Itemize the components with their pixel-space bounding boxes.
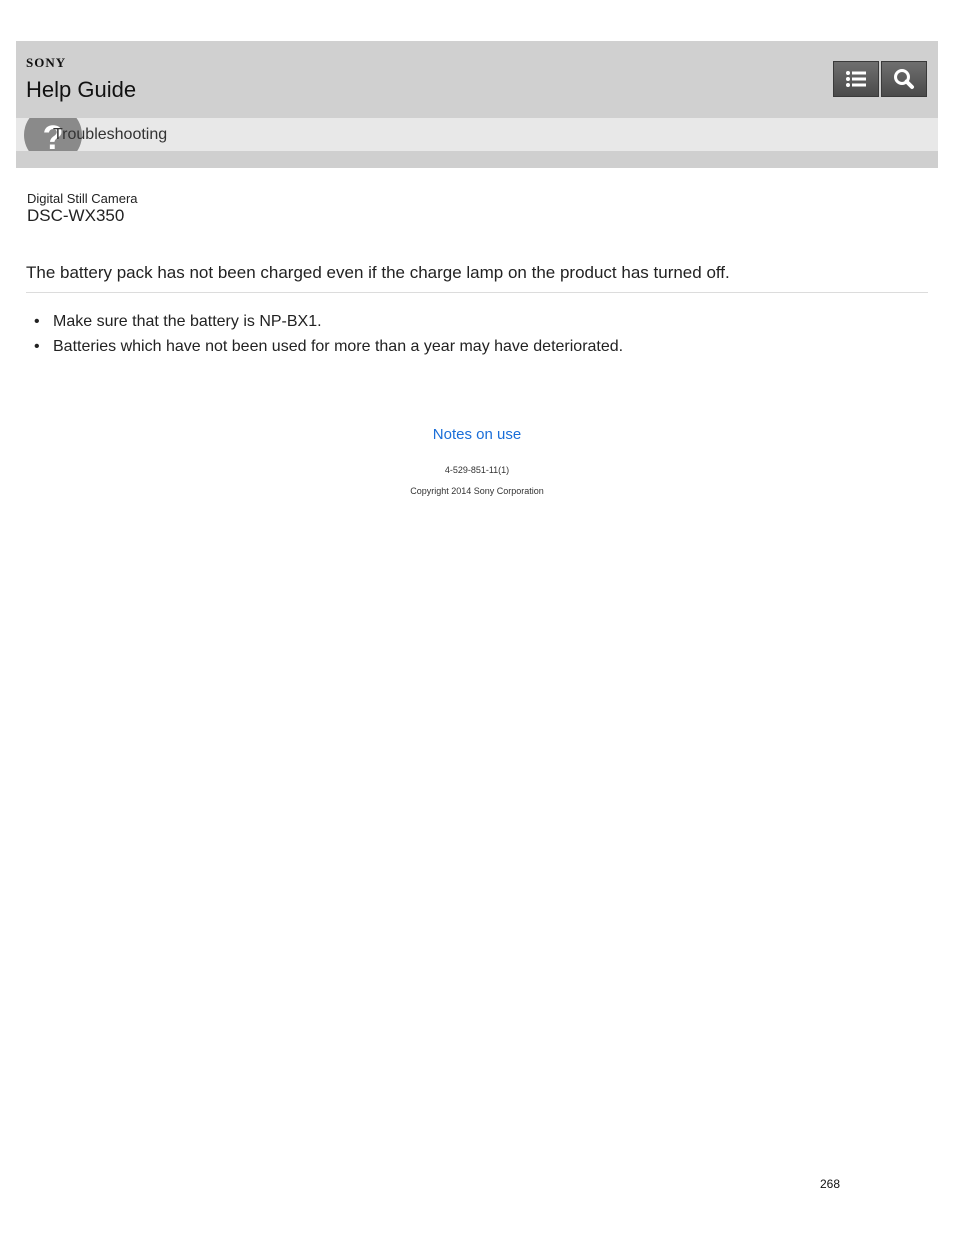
bullet-list: Make sure that the battery is NP-BX1. Ba… [34,312,623,362]
heading-divider [26,292,928,293]
search-icon [894,69,914,89]
header-divider-band [16,151,938,168]
search-button[interactable] [881,61,927,97]
list-item: Batteries which have not been used for m… [34,337,623,362]
sony-logo: SONY [26,55,67,70]
page-number: 268 [820,1177,841,1191]
list-icon [846,71,866,87]
list-item: Make sure that the battery is NP-BX1. [34,312,623,337]
article-heading: The battery pack has not been charged ev… [26,263,730,282]
breadcrumb-bar: ? Troubleshooting [16,118,938,151]
product-model: DSC-WX350 [27,206,125,225]
product-type: Digital Still Camera [27,191,138,206]
toc-button[interactable] [833,61,879,97]
copyright-text: Copyright 2014 Sony Corporation [410,486,544,496]
page-title: Help Guide [26,77,137,102]
document-number: 4-529-851-11(1) [444,465,510,475]
breadcrumb-troubleshooting[interactable]: Troubleshooting [53,126,167,144]
notes-on-use-link[interactable]: Notes on use [0,426,954,443]
header-bar: SONY Help Guide [16,41,938,118]
